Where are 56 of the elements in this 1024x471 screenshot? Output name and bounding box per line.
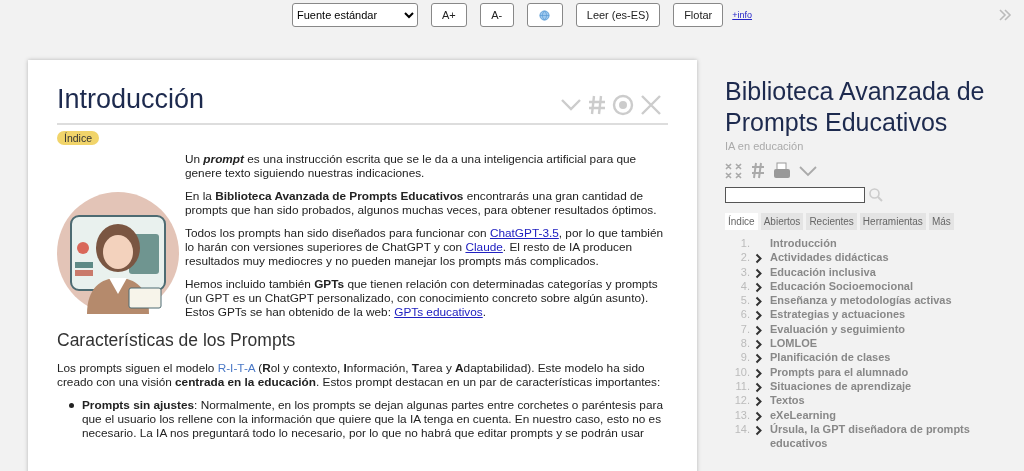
article-title: Introducción [57, 83, 205, 116]
bullet-icon [69, 403, 74, 408]
info-link[interactable]: +info [732, 10, 753, 20]
toolbar-button[interactable]: A- [479, 3, 514, 27]
chevron-right-icon[interactable] [755, 281, 763, 293]
paragraph: Todos los prompts han sido diseñados para funcionar con ChatGPT-3.5, por lo que también lo harán con versiones superiores de ChatGPT y con Claude. El resto de IA producen resultados muy mediocres y no pueden manejar los prompts más complicados. [184, 226, 665, 268]
chevron-right-icon[interactable] [755, 424, 763, 436]
chevron-right-icon[interactable] [755, 267, 763, 279]
chevron-right-icon[interactable] [755, 396, 763, 408]
translate-button[interactable] [526, 3, 563, 27]
chevron-right-icon[interactable] [755, 310, 763, 322]
toc-item[interactable]: Introducción [770, 236, 1000, 251]
font-select[interactable]: Fuente estándar [292, 3, 418, 27]
search-field[interactable] [725, 187, 865, 203]
text-link[interactable]: ChatGPT-3.5 [489, 226, 559, 240]
chevron-right-icon[interactable] [755, 410, 763, 422]
chevron-right-icon[interactable] [755, 253, 763, 265]
toc-item[interactable]: Evaluación y seguimiento [770, 321, 1000, 337]
globe-icon [539, 9, 551, 21]
paragraph: En la Biblioteca Avanzada de Prompts Educativos encontrarás una gran cantidad de prompts que han sido probados, algunos muchas veces, para obtener resultados óptimos. [184, 189, 658, 217]
chevron-right-icon[interactable] [755, 324, 763, 336]
sidebar-tab[interactable]: Más [928, 213, 954, 230]
toc-item[interactable]: eXeLearning [770, 407, 1000, 422]
index-badge[interactable]: Índice [57, 131, 100, 145]
chevron-right-icon[interactable] [755, 353, 763, 365]
toolbar-button[interactable]: Leer (es-ES) [575, 3, 661, 27]
toc-item[interactable]: LOMLOE [770, 336, 1000, 351]
toc-item[interactable]: Enseñanza y metodologías activas [770, 293, 1000, 308]
toc-item[interactable]: Educación inclusiva [770, 264, 1000, 279]
printer-icon[interactable] [773, 162, 791, 179]
toc-item[interactable]: Textos [770, 393, 1000, 408]
sidebar-tab[interactable]: Abiertos [760, 213, 804, 230]
text-link[interactable]: GPTs educativos [394, 305, 483, 319]
sidebar-tab[interactable]: Índice [725, 213, 758, 230]
chevron-right-icon[interactable] [755, 381, 763, 393]
sidebar-tab[interactable]: Herramientas [859, 213, 926, 230]
toc-item[interactable]: Estrategias y actuaciones [770, 307, 1000, 322]
toolbar-button[interactable]: A+ [431, 3, 467, 27]
toc-item[interactable]: Actividades didácticas [770, 250, 1000, 265]
chevron-right-icon[interactable] [755, 296, 763, 308]
paragraph: Un prompt es una instrucción escrita que se le da a una inteligencia artificial para que genere texto siguiendo nuestras indicaciones. [184, 152, 638, 180]
paragraph: Hemos incluido también GPTs que tienen relación con determinadas categorías y prompts (un GPT es un ChatGPT personalizado, con conocimiento concreto sobre algún asunto). Estos GPTs se han obtenido de la web: GPTs educativos. [184, 277, 659, 319]
bullet-text: Prompts sin ajustes: Normalmente, en los prompts se dejan algunas partes entre corchetes o paréntesis para que el usuario los rellene con la información que quiere que la IA tenga en cuenta. En nuestro caso, esto no es necesario. La IA nos preguntará todo lo necesario, por lo que no habrá que editar prompts y se podrán usar [82, 398, 664, 440]
text-link[interactable]: Claude [465, 240, 503, 254]
toc-item[interactable]: Situaciones de aprendizaje [770, 378, 1000, 394]
site-subtitle: IA en educación [725, 140, 805, 152]
toc-item[interactable]: Planificación de clases [770, 350, 1000, 365]
toc-item[interactable]: Úrsula, la GPT diseñadora de prompts educativos [770, 421, 1000, 451]
toolbar-button[interactable]: Flotar [673, 3, 724, 27]
sidebar-tab[interactable]: Recientes [806, 213, 857, 230]
toc-item[interactable]: Prompts para el alumnado [770, 364, 1000, 379]
paragraph: Los prompts siguen el modelo R-I-T-A (Rol y contexto, Información, Tarea y Adaptabilidad). Este modelo ha sido creado con una visión centrada en la educación. Estos prompt destacan en un par de características importantes: [57, 361, 662, 389]
chevron-right-icon[interactable] [755, 367, 763, 379]
chevron-right-icon[interactable] [755, 339, 763, 351]
toc-item[interactable]: Educación Socioemocional [770, 278, 1000, 294]
site-title[interactable]: Biblioteca Avanzada de Prompts Educativos [725, 76, 1015, 138]
